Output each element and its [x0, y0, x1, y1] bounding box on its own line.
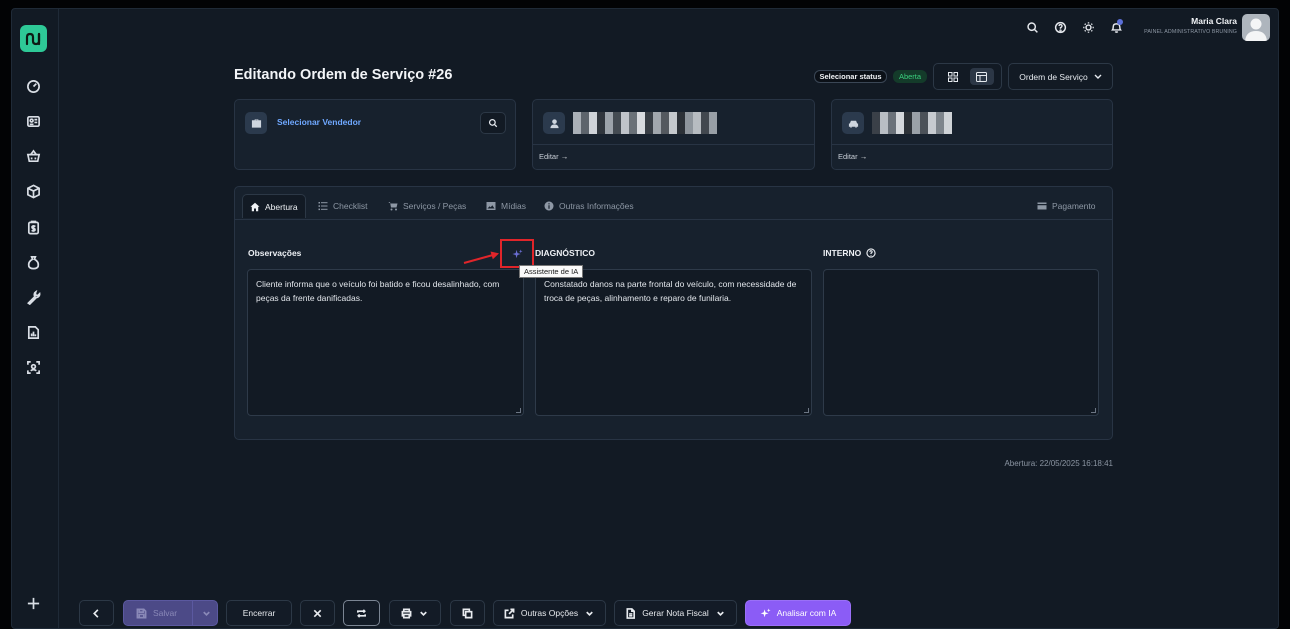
sidebar — [11, 8, 59, 629]
money-bag-icon[interactable] — [24, 253, 42, 271]
vehicle-card: Editar → — [831, 99, 1113, 170]
image-icon — [486, 202, 496, 210]
user-role: PAINEL ADMINISTRATIVO BRUNING — [1144, 29, 1237, 35]
car-icon — [842, 112, 864, 134]
briefcase-icon — [245, 112, 267, 134]
table-view-icon[interactable] — [969, 68, 994, 85]
observacoes-textarea[interactable]: Cliente informa que o veículo foi batido… — [247, 269, 524, 416]
notifications-icon[interactable] — [1108, 19, 1124, 35]
diagnostico-label: DIAGNÓSTICO — [535, 248, 595, 258]
duplicate-button[interactable] — [450, 600, 485, 626]
info-icon — [544, 201, 554, 211]
other-options-dropdown[interactable]: Outras Opções — [493, 600, 606, 626]
copy-icon — [462, 608, 473, 618]
dashboard-icon[interactable] — [24, 77, 42, 95]
select-status-button[interactable]: Selecionar status — [814, 70, 887, 83]
theme-toggle-icon[interactable] — [1080, 19, 1096, 35]
search-icon — [488, 118, 498, 128]
repeat-button[interactable] — [343, 600, 380, 626]
external-link-icon — [504, 608, 515, 618]
vendor-card: Selecionar Vendedor — [234, 99, 516, 170]
analyze-with-ai-button[interactable]: Analisar com IA — [745, 600, 851, 626]
order-type-dropdown[interactable]: Ordem de Serviço — [1008, 63, 1113, 90]
tab-servicos-pecas[interactable]: Serviços / Peças — [388, 194, 466, 218]
order-type-label: Ordem de Serviço — [1019, 71, 1088, 82]
tab-midias[interactable]: Mídias — [486, 194, 526, 218]
interno-textarea[interactable] — [823, 269, 1099, 416]
scan-user-icon[interactable] — [24, 358, 42, 376]
tab-pagamento[interactable]: Pagamento — [1037, 194, 1095, 218]
observacoes-label: Observações — [248, 248, 302, 258]
app-logo[interactable] — [20, 25, 47, 52]
chevron-down-icon — [586, 611, 593, 616]
view-toggle-group — [933, 63, 1002, 90]
card-icon — [1037, 202, 1047, 210]
tab-bar: Abertura Checklist Serviços / Peças Mídi… — [235, 187, 1112, 220]
clipboard-money-icon[interactable] — [24, 218, 42, 236]
ai-assistant-tooltip: Assistente de IA — [519, 265, 584, 278]
chevron-down-icon — [1094, 74, 1102, 79]
file-icon — [626, 607, 636, 619]
card-divider — [832, 144, 1112, 145]
user-icon — [543, 112, 565, 134]
tab-checklist[interactable]: Checklist — [318, 194, 367, 218]
client-edit-link[interactable]: Editar → — [539, 152, 568, 161]
annotation-highlight-box — [500, 239, 534, 268]
select-vendor-link[interactable]: Selecionar Vendedor — [277, 117, 361, 127]
cancel-button[interactable] — [300, 600, 335, 626]
print-button[interactable] — [389, 600, 441, 626]
generate-invoice-dropdown[interactable]: Gerar Nota Fiscal — [614, 600, 737, 626]
cart-icon — [388, 202, 398, 211]
avatar[interactable] — [1242, 14, 1270, 41]
status-badge: Aberta — [893, 70, 927, 83]
chevron-down-icon — [716, 611, 724, 616]
save-label: Salvar — [153, 608, 178, 618]
interno-label-group: INTERNO — [823, 248, 876, 258]
abertura-timestamp: Abertura: 22/05/2025 16:18:41 — [1004, 459, 1113, 468]
help-icon[interactable] — [866, 248, 876, 258]
vendor-search-button[interactable] — [480, 112, 506, 134]
close-icon — [313, 609, 322, 617]
user-name: Maria Clara — [1191, 16, 1237, 26]
chevron-down-icon[interactable] — [201, 608, 212, 619]
interno-label: INTERNO — [823, 248, 862, 258]
sparkles-icon — [760, 607, 771, 617]
vehicle-edit-link[interactable]: Editar → — [838, 152, 867, 161]
redacted-client-name — [573, 112, 717, 134]
printer-icon — [401, 608, 412, 618]
help-icon[interactable] — [1052, 19, 1068, 35]
diagnostico-textarea[interactable]: Constatado danos na parte frontal do veí… — [535, 269, 812, 416]
close-order-label: Encerrar — [242, 608, 276, 618]
basket-icon[interactable] — [24, 147, 42, 165]
package-icon[interactable] — [24, 182, 42, 200]
home-icon — [250, 202, 260, 211]
annotation-arrow-icon — [463, 251, 499, 264]
card-divider — [533, 144, 814, 145]
close-order-button[interactable]: Encerrar — [226, 600, 292, 626]
search-icon[interactable] — [1024, 19, 1040, 35]
back-button[interactable] — [79, 600, 114, 626]
grid-view-icon[interactable] — [942, 68, 964, 85]
report-icon[interactable] — [24, 323, 42, 341]
chevron-left-icon — [93, 608, 99, 618]
add-icon[interactable] — [24, 594, 42, 612]
list-icon — [318, 202, 328, 211]
other-options-label: Outras Opções — [520, 608, 579, 618]
tab-abertura[interactable]: Abertura — [242, 194, 306, 218]
contacts-icon[interactable] — [24, 112, 42, 130]
analyze-with-ai-label: Analisar com IA — [776, 608, 837, 618]
save-icon — [136, 608, 147, 618]
chevron-down-icon — [420, 611, 427, 616]
page-title: Editando Ordem de Serviço #26 — [234, 67, 453, 83]
client-card: Editar → — [532, 99, 815, 170]
invoice-label: Gerar Nota Fiscal — [642, 608, 709, 618]
redacted-vehicle-info — [872, 112, 952, 134]
repeat-icon — [357, 608, 366, 618]
tab-outras-informacoes[interactable]: Outras Informações — [544, 194, 634, 218]
save-button[interactable]: Salvar — [123, 600, 218, 626]
wrench-icon[interactable] — [24, 288, 42, 306]
